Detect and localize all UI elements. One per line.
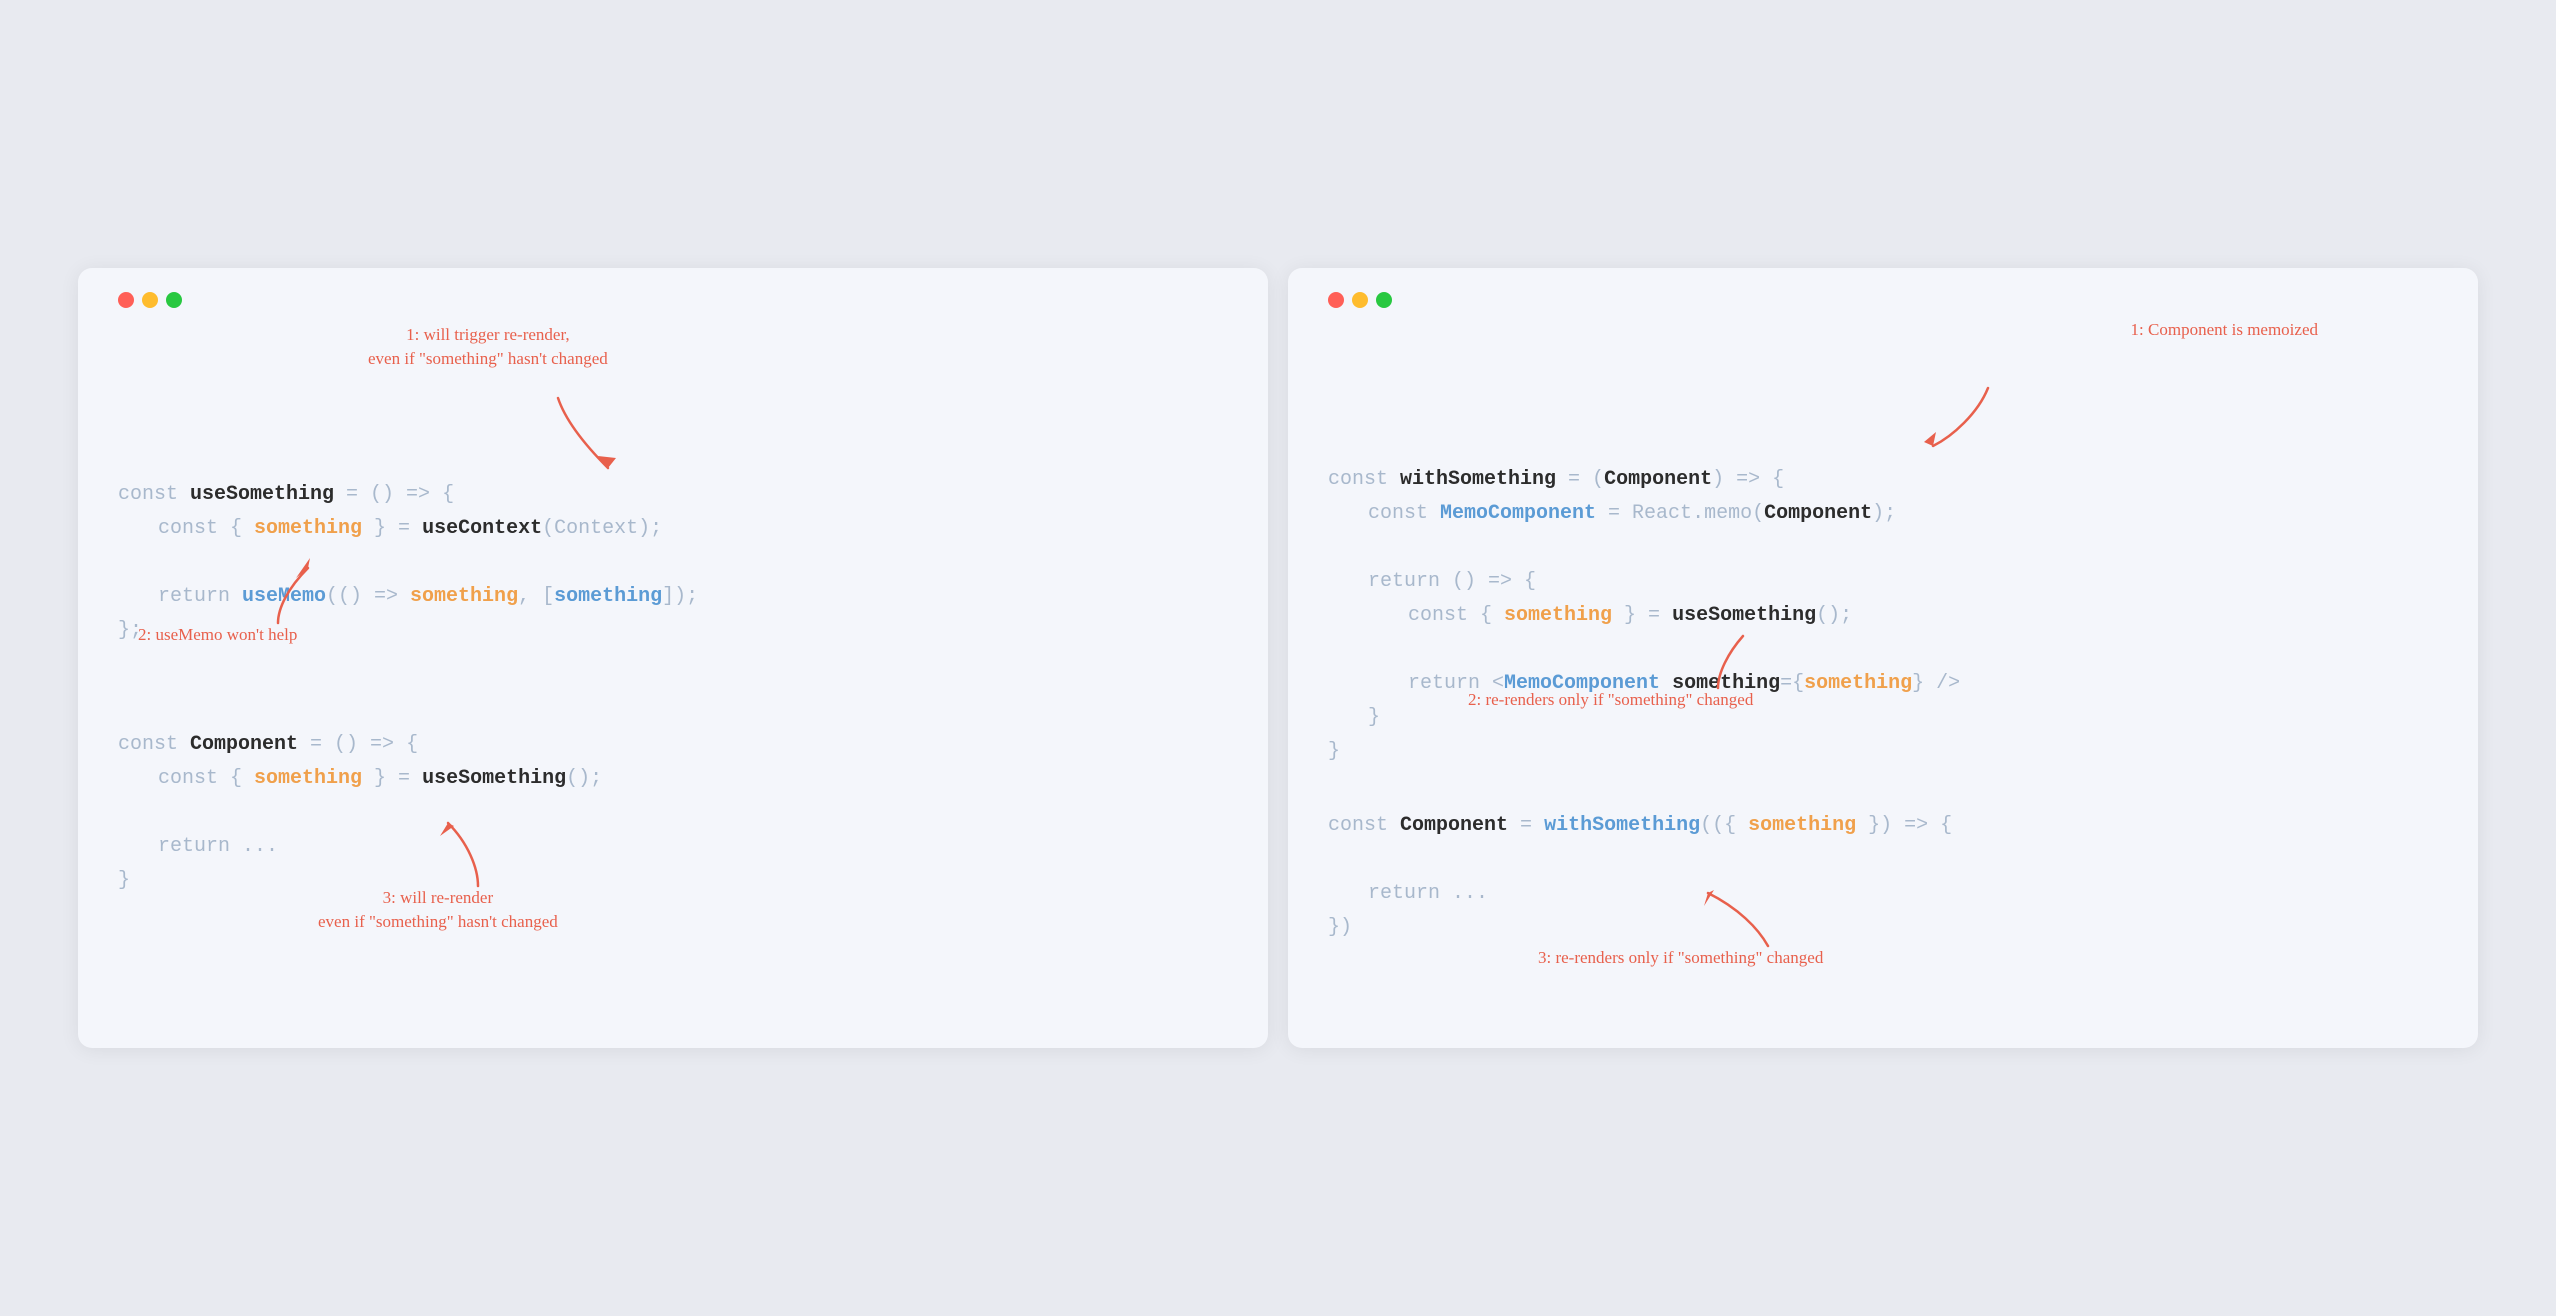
right-annotation-1: 1: Component is memoized (2131, 318, 2318, 342)
green-light (166, 292, 182, 308)
yellow-light-right (1352, 292, 1368, 308)
right-annotation-3: 3: re-renders only if "something" change… (1538, 946, 1823, 970)
main-container: 1: will trigger re-render,even if "somet… (78, 268, 2478, 1048)
traffic-lights-right (1328, 292, 2438, 308)
traffic-lights-left (118, 292, 1228, 308)
left-annotation-1: 1: will trigger re-render,even if "somet… (368, 323, 608, 371)
right-code-block-1: const withSomething = (Component) => { c… (1328, 463, 2438, 769)
yellow-light (142, 292, 158, 308)
right-code-section-1: const withSomething = (Component) => { c… (1328, 463, 2438, 769)
left-code-section-1: const useSomething = () => { const { som… (118, 478, 1228, 648)
left-panel: 1: will trigger re-render,even if "somet… (78, 268, 1268, 1048)
right-panel: 1: Component is memoized 2: re-renders o… (1288, 268, 2478, 1048)
red-light (118, 292, 134, 308)
red-light-right (1328, 292, 1344, 308)
left-code-block-1: const useSomething = () => { const { som… (118, 478, 1228, 648)
green-light-right (1376, 292, 1392, 308)
right-code-section-2: const Component = withSomething(({ somet… (1328, 809, 2438, 945)
left-code-block-2: const Component = () => { const { someth… (118, 728, 1228, 898)
right-code-block-2: const Component = withSomething(({ somet… (1328, 809, 2438, 945)
left-code-section-2: const Component = () => { const { someth… (118, 728, 1228, 898)
left-arrows-svg (78, 268, 1268, 1048)
